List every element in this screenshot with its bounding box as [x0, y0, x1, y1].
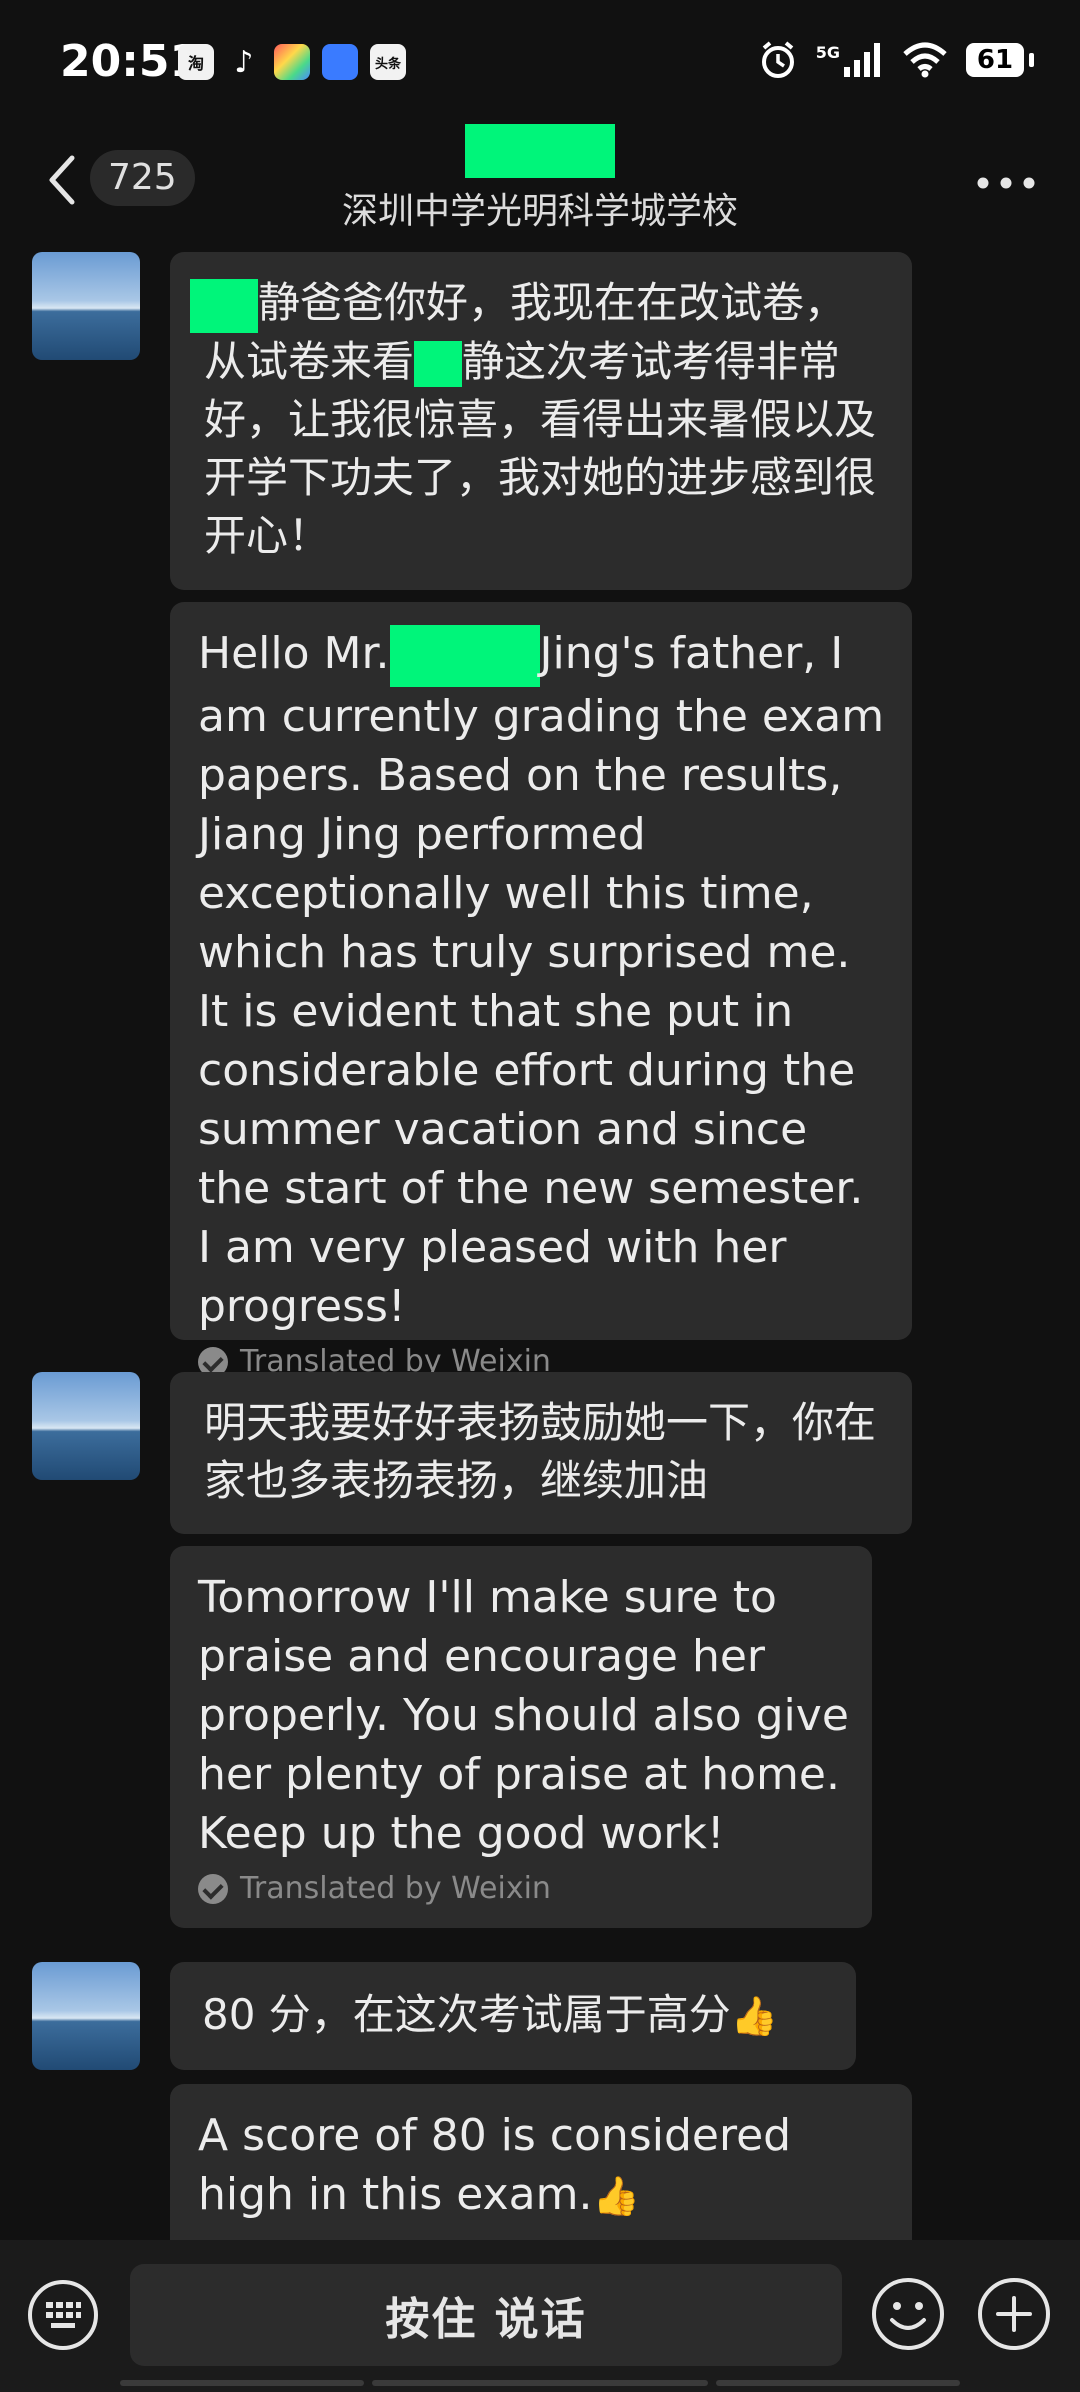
status-bar: 20:51 淘 ♪ 头条 5G 61 [0, 0, 1080, 120]
status-indicators: 5G 61 [758, 40, 1034, 80]
thumbs-up-icon: 👍 [730, 1994, 779, 2038]
keyboard-icon[interactable] [26, 2278, 100, 2352]
message-bubble[interactable]: 静爸爸你好，我现在在改试卷， 从试卷来看 静这次考试考得非常 好，让我很惊喜，看得… [170, 252, 912, 590]
alarm-icon [761, 41, 794, 78]
redacted-name [414, 341, 463, 387]
translation-bubble[interactable]: Hello Mr. Jing's father, I am currently g… [170, 602, 912, 1379]
avatar[interactable] [32, 252, 140, 360]
avatar[interactable] [32, 1372, 140, 1480]
chat-subtitle: 深圳中学光明科学城学校 [341, 191, 738, 232]
plus-icon[interactable] [976, 2276, 1052, 2352]
message-text: 静爸爸你好，我现在在改试卷， [258, 278, 847, 327]
message-text: 好，让我很惊喜，看得出来暑假以及开学下功夫了，我对她的进步感到很开心！ [204, 394, 877, 560]
battery-indicator: 61 [966, 43, 1034, 77]
thumbs-up-icon: 👍 [592, 2174, 640, 2218]
app-blue-icon [322, 44, 358, 80]
input-bar: 按住 说话 [0, 2240, 1080, 2392]
translation-text: Hello Mr. Jing's father, I am currently g… [198, 624, 890, 1336]
message-bubble[interactable]: 80 分，在这次考试属于高分👍 [170, 1962, 856, 2070]
translated-by-label: Translated by Weixin [198, 1869, 850, 1909]
translation-text-part: Jing's father, I am currently grading th… [198, 628, 885, 1332]
translation-text-part: Hello Mr. [198, 628, 390, 679]
network-type: 5G [815, 43, 840, 62]
signal-icon [844, 43, 880, 77]
taobao-icon: 淘 [178, 44, 214, 80]
gesture-bar-segment [372, 2380, 708, 2386]
wifi-icon [903, 42, 947, 78]
gesture-bar-segment [716, 2380, 960, 2386]
chat-header: 725 深圳中学光明科学城学校 [0, 120, 1080, 240]
emoji-icon[interactable] [870, 2276, 946, 2352]
message-bubble[interactable]: 明天我要好好表扬鼓励她一下，你在家也多表扬表扬，继续加油 [170, 1372, 912, 1534]
message-text: 80 分，在这次考试属于高分 [202, 1990, 731, 2039]
translated-by-text: Translated by Weixin [240, 1871, 551, 1906]
toutiao-icon: 头条 [370, 44, 406, 80]
app-grid-icon [274, 44, 310, 80]
gesture-bar-segment [120, 2380, 364, 2386]
redacted-contact-name [465, 124, 615, 178]
message-text: 静这次考试考得非常 [462, 336, 841, 386]
redacted-name [389, 625, 540, 687]
hold-to-talk-button[interactable]: 按住 说话 [130, 2264, 842, 2366]
check-circle-icon [198, 1874, 228, 1904]
tiktok-icon: ♪ [234, 44, 254, 80]
chat-title: 深圳中学光明科学城学校 [0, 124, 1080, 234]
translation-text: Tomorrow I'll make sure to praise and en… [198, 1572, 849, 1859]
redacted-name [190, 278, 258, 333]
translation-bubble[interactable]: Tomorrow I'll make sure to praise and en… [170, 1546, 872, 1928]
network-indicator: 5G [816, 43, 884, 77]
more-options-icon[interactable] [976, 176, 1036, 190]
message-text: 从试卷来看 [204, 336, 415, 386]
translation-text: A score of 80 is considered high in this… [198, 2110, 792, 2220]
avatar[interactable] [32, 1962, 140, 2070]
status-app-icons: 淘 ♪ 头条 [178, 44, 406, 80]
